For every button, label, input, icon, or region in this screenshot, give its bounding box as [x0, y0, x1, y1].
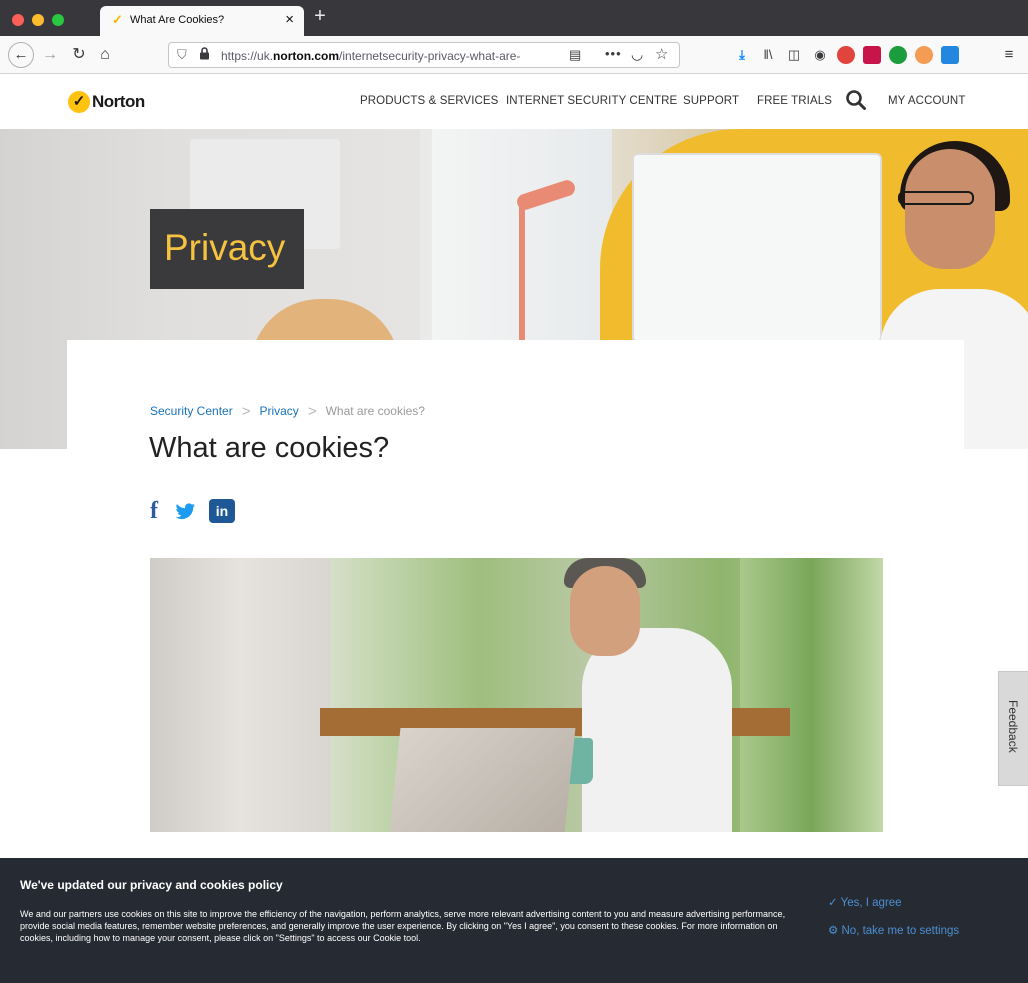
feedback-tab[interactable]: Feedback [998, 671, 1028, 786]
checkmark-icon: ✓ [68, 91, 90, 113]
breadcrumb: Security Center > Privacy > What are cookies… [150, 402, 425, 420]
breadcrumb-privacy[interactable]: Privacy [259, 404, 298, 418]
library-icon[interactable]: ǁ\ [759, 46, 777, 64]
extension-icon[interactable] [941, 46, 959, 64]
reload-icon[interactable]: ↻ [68, 43, 90, 67]
hero-person-face [905, 149, 995, 269]
nav-support[interactable]: SUPPORT [683, 95, 739, 107]
cookie-banner-text: We and our partners use cookies on this … [20, 909, 786, 943]
image-curtain [150, 558, 330, 832]
star-icon[interactable]: ☆ [655, 45, 668, 63]
maximize-window-button[interactable] [52, 14, 64, 26]
image-person-shirt [582, 628, 732, 832]
padlock-icon[interactable] [199, 47, 210, 63]
nav-my-account[interactable]: MY ACCOUNT [888, 95, 965, 107]
forward-arrow-icon[interactable]: → [40, 43, 60, 67]
hero-category-title: Privacy [164, 227, 286, 268]
extension-icon[interactable] [915, 46, 933, 64]
download-icon[interactable]: ⤓ [733, 46, 751, 64]
browser-tab[interactable]: ✓ What Are Cookies? × [100, 6, 304, 36]
search-icon[interactable] [845, 89, 867, 111]
breadcrumb-security-center[interactable]: Security Center [150, 404, 233, 418]
image-person-face [570, 566, 640, 656]
tab-close-button[interactable]: × [285, 11, 294, 29]
article-hero-image [150, 558, 883, 832]
hero-person-glasses [898, 191, 974, 205]
close-window-button[interactable] [12, 14, 24, 26]
browser-titlebar: ✓ What Are Cookies? × + [0, 0, 1028, 36]
article-card: Security Center > Privacy > What are cookies… [67, 340, 964, 860]
hero-category-badge: Privacy [150, 209, 304, 289]
hamburger-menu-icon[interactable]: ≡ [1000, 46, 1018, 64]
adblock-extension-icon[interactable] [837, 46, 855, 64]
url-text[interactable]: https://uk.norton.com/internetsecurity-p… [221, 49, 551, 63]
cookie-consent-banner: We've updated our privacy and cookies po… [0, 858, 1028, 983]
hero-computer-monitor [632, 153, 882, 343]
page-title: What are cookies? [149, 432, 390, 464]
linkedin-icon[interactable]: in [209, 499, 235, 523]
logo-text: Norton [92, 92, 145, 111]
image-window [740, 558, 883, 832]
new-tab-button[interactable]: + [310, 5, 330, 27]
facebook-icon[interactable]: f [150, 499, 164, 523]
chevron-right-icon: > [307, 403, 317, 420]
sidebar-icon[interactable]: ◫ [785, 46, 803, 64]
tab-title: What Are Cookies? [130, 14, 225, 26]
evernote-extension-icon[interactable] [889, 46, 907, 64]
nav-internet-security-centre[interactable]: INTERNET SECURITY CENTRE [506, 95, 677, 107]
norton-favicon-icon: ✓ [112, 12, 123, 27]
nav-free-trials[interactable]: FREE TRIALS [757, 95, 832, 107]
chevron-right-icon: > [241, 403, 251, 420]
page-actions-more-icon[interactable]: ••• [605, 46, 622, 61]
tracking-shield-icon[interactable]: ⛉ [177, 47, 187, 63]
image-laptop [389, 728, 576, 832]
breadcrumb-current: What are cookies? [325, 404, 425, 418]
cookie-settings-button[interactable]: ⚙ No, take me to settings [828, 923, 959, 937]
extension-icon[interactable] [863, 46, 881, 64]
site-header: ✓ Norton PRODUCTS & SERVICES INTERNET SE… [0, 74, 1028, 129]
browser-toolbar: ← → ↻ ⌂ ⛉ https://uk.norton.com/internet… [0, 36, 1028, 74]
home-icon[interactable]: ⌂ [94, 43, 116, 67]
reader-view-icon[interactable]: ▤ [569, 47, 581, 63]
pocket-icon[interactable]: ◡ [631, 46, 643, 63]
minimize-window-button[interactable] [32, 14, 44, 26]
nav-products-services[interactable]: PRODUCTS & SERVICES [360, 95, 498, 107]
back-arrow-icon[interactable]: ← [8, 42, 34, 68]
feedback-label: Feedback [1006, 700, 1020, 753]
account-icon[interactable]: ◉ [811, 46, 829, 64]
accept-cookies-button[interactable]: ✓ Yes, I agree [828, 895, 902, 909]
address-bar[interactable]: ⛉ https://uk.norton.com/internetsecurity… [168, 42, 680, 68]
twitter-icon[interactable] [173, 499, 197, 523]
cookie-banner-title: We've updated our privacy and cookies po… [20, 878, 283, 892]
